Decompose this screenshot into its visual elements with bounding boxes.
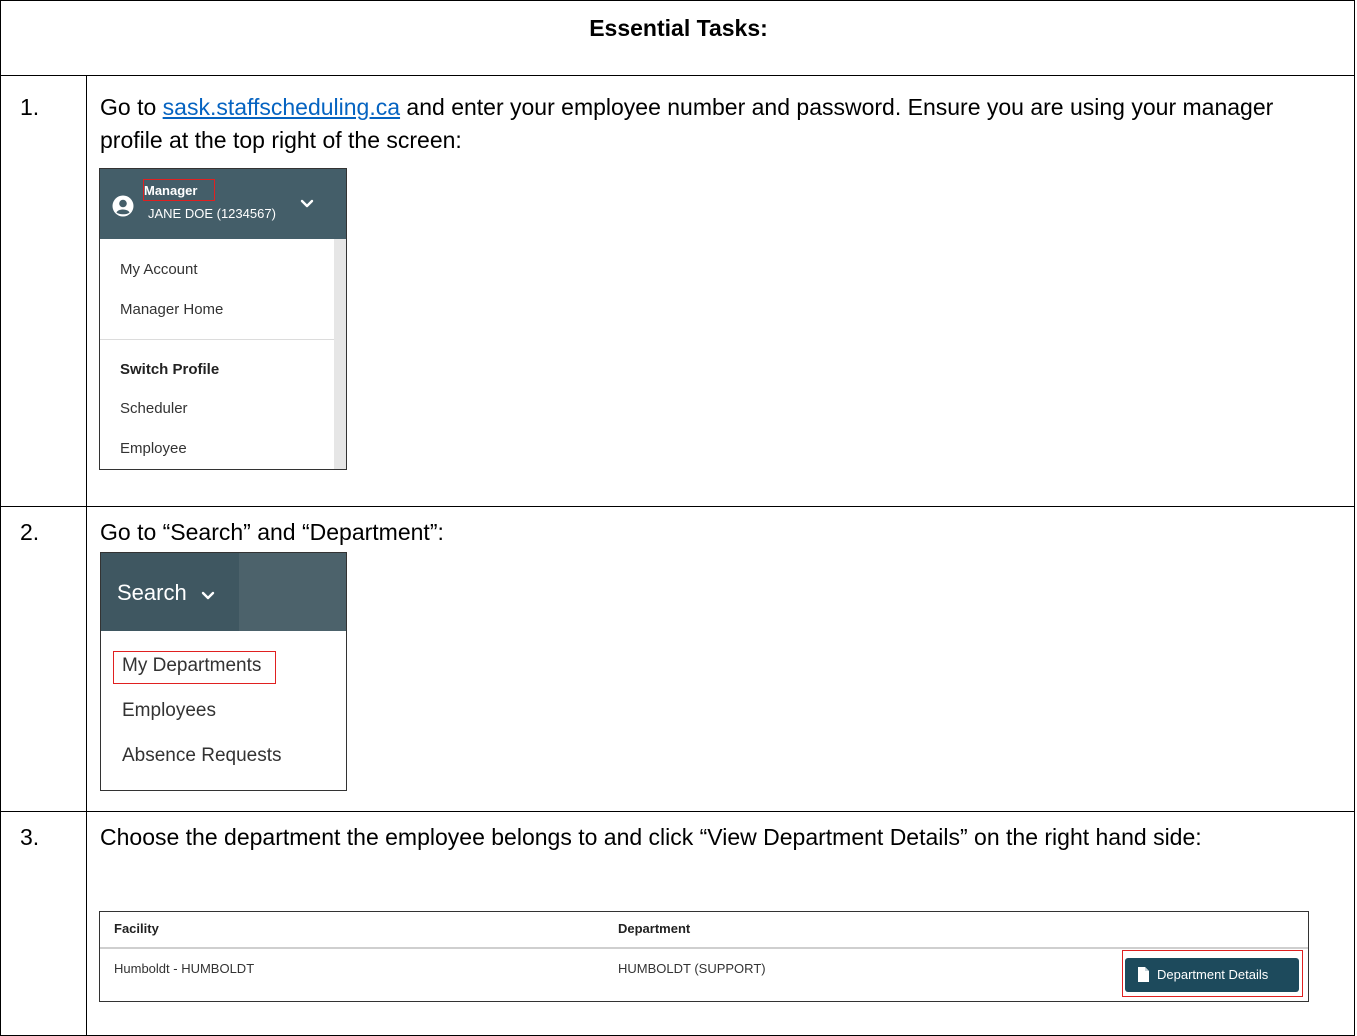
department-cell: HUMBOLDT (SUPPORT) xyxy=(618,961,766,976)
column-header-department: Department xyxy=(618,921,691,936)
search-label: Search xyxy=(117,580,187,605)
site-link[interactable]: sask.staffscheduling.ca xyxy=(163,94,400,120)
search-menu-screenshot: Search My Departments Employees Absence … xyxy=(100,552,347,791)
department-details-label: Department Details xyxy=(1157,967,1269,982)
search-menu-button[interactable]: Search xyxy=(101,553,239,631)
header-divider xyxy=(100,947,1308,949)
profile-menu-screenshot: Manager JANE DOE (1234567) My Account Ma… xyxy=(99,168,347,470)
column-header-facility: Facility xyxy=(114,921,159,936)
menu-item-manager-home[interactable]: Manager Home xyxy=(120,301,223,318)
step-number: 1. xyxy=(20,94,40,120)
step-instruction: Go to “Search” and “Department”: xyxy=(100,519,444,545)
menu-item-scheduler[interactable]: Scheduler xyxy=(120,400,188,417)
switch-profile-heading: Switch Profile xyxy=(120,361,220,378)
profile-user: JANE DOE (1234567) xyxy=(148,206,276,221)
chevron-down-icon[interactable] xyxy=(300,199,314,209)
menu-item-my-account[interactable]: My Account xyxy=(120,261,198,278)
step-text-part: Go to xyxy=(100,94,163,120)
step-number: 3. xyxy=(20,824,40,850)
menu-item-employees[interactable]: Employees xyxy=(122,700,216,722)
menu-item-employee[interactable]: Employee xyxy=(120,440,187,457)
menu-item-absence-requests[interactable]: Absence Requests xyxy=(122,745,282,767)
table-header-row: Essential Tasks: xyxy=(0,0,1355,76)
menu-item-my-departments[interactable]: My Departments xyxy=(122,655,261,677)
number-column-divider xyxy=(86,75,87,1036)
document-icon xyxy=(1138,967,1149,982)
step-instruction: Go to sask.staffscheduling.ca and enter … xyxy=(100,91,1340,157)
menu-divider xyxy=(100,339,334,340)
department-table-screenshot: Facility Department Humboldt - HUMBOLDT … xyxy=(99,911,1309,1002)
chevron-down-icon xyxy=(201,591,215,600)
department-details-button[interactable]: Department Details xyxy=(1125,958,1299,992)
user-circle-icon xyxy=(112,195,134,217)
highlight-box xyxy=(143,179,215,201)
facility-cell: Humboldt - HUMBOLDT xyxy=(114,961,255,976)
scrollbar[interactable] xyxy=(334,239,346,469)
step-instruction: Choose the department the employee belon… xyxy=(100,824,1202,850)
step-number: 2. xyxy=(20,519,40,545)
nav-bar: Search xyxy=(101,553,346,631)
profile-menu-header[interactable]: Manager JANE DOE (1234567) xyxy=(100,169,346,239)
document-title: Essential Tasks: xyxy=(589,15,768,41)
